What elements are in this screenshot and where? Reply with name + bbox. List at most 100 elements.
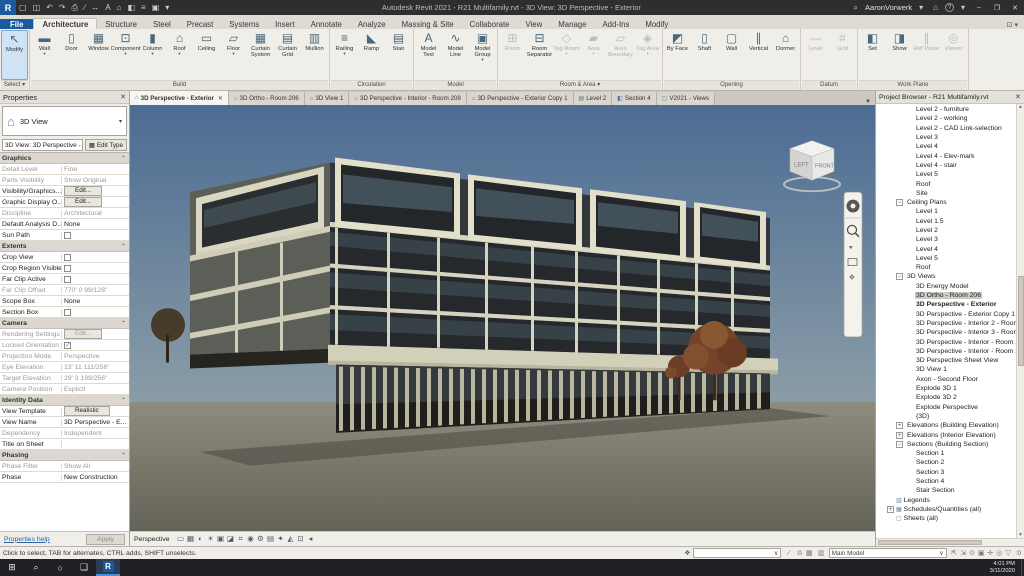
property-row[interactable]: Extents: [0, 241, 129, 252]
tree-item[interactable]: ▢ Sheets (all): [876, 514, 1016, 523]
filter-icon[interactable]: ▽: [1004, 549, 1013, 557]
property-row[interactable]: Eye Elevation 13' 11 111/256" 13' 11 111…: [0, 362, 129, 373]
tree-expander-icon[interactable]: [905, 255, 912, 262]
tree-expander-icon[interactable]: [905, 264, 912, 271]
tree-expander-icon[interactable]: [905, 487, 912, 494]
curtain-grid-button[interactable]: ▤Curtain Grid▾: [274, 30, 301, 80]
select-links-icon[interactable]: ⇱: [950, 549, 959, 557]
view-tab[interactable]: ⌂ 3D Perspective - Interior - Room 208 ✕: [349, 92, 467, 105]
visual-style-icon[interactable]: ◐: [196, 534, 206, 544]
ceiling-button[interactable]: ▭Ceiling▾: [193, 30, 220, 80]
search-icon[interactable]: ⌕: [851, 3, 861, 13]
tree-item[interactable]: 3D Perspective - Exterior: [876, 300, 1016, 309]
property-row[interactable]: Identity Data: [0, 395, 129, 406]
view-tab[interactable]: ⌂ 3D View 1 ✕: [304, 92, 350, 105]
wall-opening-button[interactable]: ▢Wall▾: [718, 30, 745, 80]
property-row[interactable]: Crop View: [0, 252, 129, 263]
modify-button[interactable]: ↖Modify▾: [1, 30, 28, 80]
view-tab[interactable]: ◧ Section 4 ✕: [612, 92, 657, 105]
tree-expander-icon[interactable]: [905, 190, 912, 197]
view-tab[interactable]: ▤ Level 2 ✕: [573, 92, 613, 105]
ribbon-panel-label[interactable]: Room & Area ▾: [499, 80, 661, 90]
editable-only-icon[interactable]: ∕: [784, 550, 793, 557]
scale-button[interactable]: Perspective: [134, 536, 174, 543]
tree-item[interactable]: 3D Ortho - Room 206: [876, 291, 1016, 300]
model-line-button[interactable]: ∿Model Line▾: [442, 30, 469, 80]
tree-item[interactable]: Level 1: [876, 207, 1016, 216]
view-tab[interactable]: ⌂ 3D Ortho - Room 206 ✕: [228, 92, 305, 105]
aligned-dimension-icon[interactable]: ↔: [88, 3, 102, 12]
redo-icon[interactable]: ↷: [56, 3, 69, 12]
checkbox[interactable]: [64, 253, 71, 261]
model-group-button[interactable]: ▣ Model Group ▾: [469, 30, 496, 80]
tree-expander-icon[interactable]: +: [896, 431, 903, 439]
tree-item[interactable]: Level 2: [876, 226, 1016, 235]
edit-button[interactable]: Edit...: [64, 186, 103, 196]
tree-item[interactable]: Level 4 - stair: [876, 161, 1016, 170]
text-icon[interactable]: A: [102, 3, 113, 12]
tree-item[interactable]: + Elevations (Interior Elevation): [876, 430, 1016, 439]
property-row[interactable]: Detail Level Fine Fine: [0, 164, 129, 175]
tree-expander-icon[interactable]: [905, 153, 912, 160]
tree-item[interactable]: Roof: [876, 263, 1016, 272]
tree-expander-icon[interactable]: [905, 208, 912, 215]
tree-expander-icon[interactable]: [905, 162, 912, 169]
tree-expander-icon[interactable]: [905, 394, 912, 401]
property-row[interactable]: Parts Visibility Show Original Show Orig…: [0, 175, 129, 186]
tree-expander-icon[interactable]: [905, 301, 912, 308]
tree-item[interactable]: 3D View 1: [876, 365, 1016, 374]
edit-button[interactable]: Realistic: [64, 406, 110, 416]
tree-item[interactable]: Level 4: [876, 142, 1016, 151]
tree-item[interactable]: 3D Perspective - Interior 2 - Room 20: [876, 319, 1016, 328]
temporary-hide-isolate-icon[interactable]: ⚙: [256, 534, 266, 544]
tree-item[interactable]: Level 3: [876, 133, 1016, 142]
collapse-icon[interactable]: ◂: [306, 534, 316, 544]
stair-button[interactable]: ▤Stair▾: [385, 30, 412, 80]
dormer-button[interactable]: ⌂Dormer▾: [772, 30, 799, 80]
open-icon[interactable]: ▢: [16, 3, 30, 12]
property-row[interactable]: Phasing: [0, 450, 129, 461]
vertical-opening-button[interactable]: ∥Vertical▾: [745, 30, 772, 80]
undo-icon[interactable]: ↶: [43, 3, 56, 12]
browser-vertical-scrollbar[interactable]: ▲ ▼: [1016, 104, 1024, 538]
tree-expander-icon[interactable]: [905, 283, 912, 290]
column-button[interactable]: ▮ Column ▾: [139, 30, 166, 80]
curtain-system-button[interactable]: ▦Curtain System▾: [247, 30, 274, 80]
tree-expander-icon[interactable]: [905, 348, 912, 355]
component-button[interactable]: ⊡ Component ▾: [111, 30, 141, 80]
room-button[interactable]: ⊞Room▾: [499, 30, 526, 80]
properties-help-link[interactable]: Properties help: [4, 536, 50, 543]
select-pinned-icon[interactable]: ⊙: [968, 549, 977, 557]
restore-button[interactable]: ❐: [990, 4, 1004, 12]
property-row[interactable]: View Name 3D Perspective - E... 3D Persp…: [0, 417, 129, 428]
taskbar-revit-icon[interactable]: R: [96, 559, 120, 576]
set-workplane-button[interactable]: ◧Set▾: [859, 30, 886, 80]
property-row[interactable]: Dependency Independent Independent: [0, 428, 129, 439]
tree-expander-icon[interactable]: [887, 515, 894, 522]
tree-item[interactable]: − 3D Views: [876, 272, 1016, 281]
property-row[interactable]: Locked Orientation: [0, 340, 129, 351]
checkbox[interactable]: [64, 341, 71, 349]
render-icon[interactable]: ◪: [226, 534, 236, 544]
highlight-displacement-icon[interactable]: ⊡: [296, 534, 306, 544]
window-button[interactable]: ▦Window▾: [85, 30, 112, 80]
background-processes-icon[interactable]: ◎: [995, 549, 1004, 557]
sun-path-icon[interactable]: ☀: [206, 534, 216, 544]
room-separator-button[interactable]: ⊟Room Separator▾: [526, 30, 553, 80]
user-menu-chevron-icon[interactable]: ▾: [916, 3, 926, 12]
railing-button[interactable]: ≡ Railing ▾: [331, 30, 358, 80]
property-row[interactable]: Target Elevation 29' 3 199/256" 29' 3 19…: [0, 373, 129, 384]
tree-item[interactable]: + ▦ Schedules/Quantities (all): [876, 505, 1016, 514]
section-icon[interactable]: ◧: [124, 3, 138, 12]
measure-icon[interactable]: ∕: [81, 3, 88, 12]
property-row[interactable]: Phase New Construction New Construction: [0, 472, 129, 483]
project-browser-close-icon[interactable]: ✕: [1015, 93, 1021, 101]
tree-item[interactable]: Stair Section: [876, 486, 1016, 495]
application-menu-button[interactable]: R: [0, 0, 16, 15]
analytical-model-icon[interactable]: ◭: [286, 534, 296, 544]
property-row[interactable]: View Template Realistic Realistic: [0, 406, 129, 417]
tree-item[interactable]: Explode 3D 2: [876, 393, 1016, 402]
cortana-icon[interactable]: ○: [48, 559, 72, 576]
drag-on-selection-icon[interactable]: ✛: [986, 549, 995, 557]
tree-item[interactable]: Section 1: [876, 449, 1016, 458]
